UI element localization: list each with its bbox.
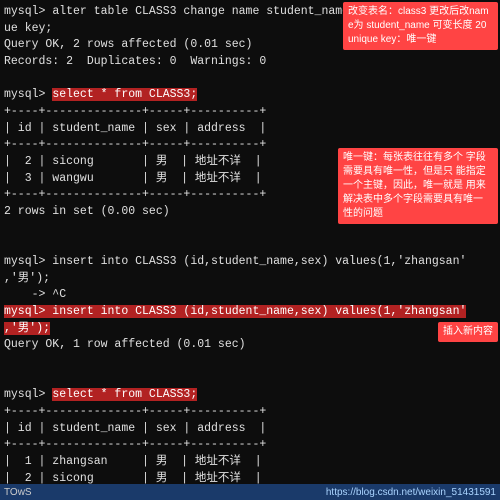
terminal-line: | 1 | zhangsan | 男 | 地址不详 | (4, 454, 496, 471)
annotation-top-right: 改变表名：class3 更改后改name为 student_name 可变长度 … (343, 2, 498, 50)
terminal-line: | id | student_name | sex | address | (4, 421, 496, 438)
terminal-line: | id | student_name | sex | address | (4, 121, 496, 138)
terminal-line: Query OK, 1 row affected (0.01 sec) (4, 337, 496, 354)
terminal-line: +----+--------------+-----+----------+ (4, 437, 496, 454)
annotation-bot-right: 插入新内容 (438, 322, 498, 342)
terminal-line: mysql> select * from CLASS3; (4, 387, 496, 404)
terminal-line: mysql> insert into CLASS3 (id,student_na… (4, 254, 496, 271)
terminal-line: ,'男'); (4, 271, 496, 288)
terminal-line (4, 237, 496, 254)
footer-bar: TOwS https://blog.csdn.net/weixin_514315… (0, 484, 500, 500)
terminal-line: ,'男'); (4, 321, 496, 338)
terminal-line: Records: 2 Duplicates: 0 Warnings: 0 (4, 54, 496, 71)
terminal-line: mysql> select * from CLASS3; (4, 87, 496, 104)
terminal-line: -> ^C (4, 287, 496, 304)
footer-left-text: TOwS (4, 487, 32, 498)
footer-right-url[interactable]: https://blog.csdn.net/weixin_51431591 (326, 487, 496, 498)
terminal-line (4, 354, 496, 371)
terminal-line: +----+--------------+-----+----------+ (4, 104, 496, 121)
terminal: mysql> alter table CLASS3 change name st… (0, 0, 500, 500)
terminal-line (4, 71, 496, 88)
annotation-mid-right: 唯一键：每张表往往有多个 字段需要具有唯一性，但是只 能指定一个主键，因此，唯一… (338, 148, 498, 224)
terminal-line (4, 371, 496, 388)
terminal-line: mysql> insert into CLASS3 (id,student_na… (4, 304, 496, 321)
terminal-line: +----+--------------+-----+----------+ (4, 404, 496, 421)
